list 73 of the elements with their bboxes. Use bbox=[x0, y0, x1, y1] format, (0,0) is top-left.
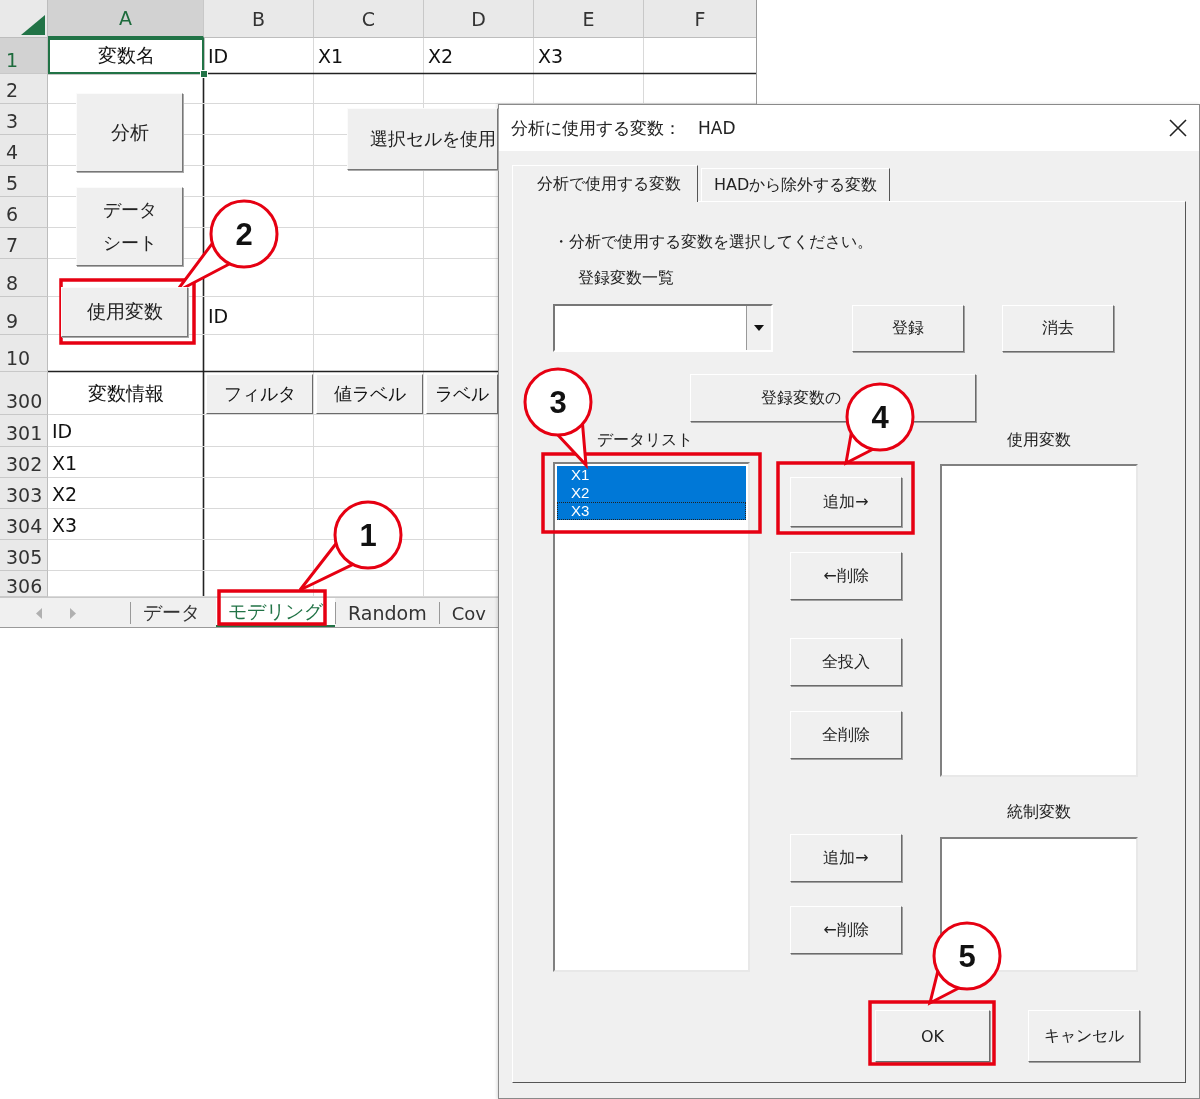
column-filter-button[interactable]: フィルタ bbox=[206, 374, 313, 414]
table-cell[interactable]: ID bbox=[204, 38, 314, 74]
row-header[interactable]: 3 bbox=[0, 104, 48, 135]
column-header[interactable]: B bbox=[204, 0, 314, 38]
list-action-button[interactable]: 追加→ bbox=[790, 477, 902, 527]
macro-button[interactable]: データシート bbox=[76, 187, 183, 266]
column-filter-button[interactable]: ラベル bbox=[426, 374, 498, 414]
column-filter-button[interactable]: 値ラベル bbox=[316, 374, 423, 414]
list-action-button[interactable]: 全削除 bbox=[790, 711, 902, 759]
ok-button[interactable]: OK bbox=[875, 1010, 990, 1062]
row-header[interactable]: 1 bbox=[0, 38, 48, 74]
column-header[interactable]: F bbox=[644, 0, 756, 38]
list-item[interactable]: X1 bbox=[557, 466, 746, 484]
row-header[interactable]: 5 bbox=[0, 166, 48, 197]
list-action-button[interactable]: ←削除 bbox=[790, 906, 902, 954]
column-header[interactable]: D bbox=[424, 0, 534, 38]
row-header[interactable]: 6 bbox=[0, 197, 48, 228]
callout-tooltip: 3 bbox=[523, 367, 593, 470]
cancel-button[interactable]: キャンセル bbox=[1028, 1010, 1140, 1062]
macro-button[interactable]: 分析 bbox=[76, 93, 183, 172]
field-label: 登録変数一覧 bbox=[578, 268, 674, 289]
callout-tooltip: 4 bbox=[844, 382, 915, 466]
table-cell[interactable]: X1 bbox=[48, 447, 204, 478]
callout-tooltip: 1 bbox=[298, 500, 403, 592]
sheet-tab[interactable]: Cov bbox=[438, 602, 486, 624]
row-header[interactable]: 9 bbox=[0, 297, 48, 335]
list-item[interactable]: X3 bbox=[557, 502, 746, 520]
table-cell[interactable]: X3 bbox=[48, 509, 204, 540]
callout-tooltip: 2 bbox=[174, 199, 279, 294]
sheet-tab[interactable]: Random bbox=[335, 602, 439, 624]
list-action-button[interactable]: 追加→ bbox=[790, 834, 902, 882]
dialog-tab[interactable]: HADから除外する変数 bbox=[701, 168, 891, 201]
row-header[interactable]: 2 bbox=[0, 74, 48, 104]
macro-button[interactable]: 使用変数 bbox=[61, 287, 188, 337]
dropdown-arrow-icon[interactable] bbox=[754, 325, 764, 331]
macro-button[interactable]: 選択セルを使用 bbox=[347, 108, 498, 170]
column-header[interactable]: C bbox=[314, 0, 424, 38]
list-label: 統制変数 bbox=[1007, 802, 1071, 823]
row-header[interactable]: 306 bbox=[0, 571, 48, 597]
row-header[interactable]: 301 bbox=[0, 415, 48, 447]
row-header[interactable]: 300 bbox=[0, 372, 48, 415]
table-cell[interactable]: X1 bbox=[314, 38, 424, 74]
column-header[interactable]: A bbox=[48, 0, 204, 38]
column-header[interactable]: E bbox=[534, 0, 644, 38]
list-item[interactable]: X2 bbox=[557, 484, 746, 502]
row-header[interactable]: 303 bbox=[0, 478, 48, 509]
table-cell[interactable]: ID bbox=[48, 415, 204, 447]
row-header[interactable]: 8 bbox=[0, 259, 48, 297]
table-cell[interactable]: X2 bbox=[48, 478, 204, 509]
callout-tooltip: 5 bbox=[927, 921, 1002, 1006]
table-cell[interactable]: X2 bbox=[424, 38, 534, 74]
table-cell[interactable]: ID bbox=[204, 297, 314, 335]
dialog-title: 分析に使用する変数： HAD bbox=[511, 116, 736, 140]
instruction-text: ・分析で使用する変数を選択してください。 bbox=[553, 232, 874, 253]
row-header[interactable]: 4 bbox=[0, 135, 48, 166]
data-listbox[interactable]: X1 X2 X3 bbox=[553, 462, 750, 972]
row-header[interactable]: 7 bbox=[0, 228, 48, 259]
registered-variables-dropdown[interactable] bbox=[553, 304, 773, 352]
row-header[interactable]: 302 bbox=[0, 447, 48, 478]
row-header[interactable]: 305 bbox=[0, 540, 48, 571]
close-icon[interactable] bbox=[1169, 119, 1187, 137]
dialog-tab[interactable]: 分析で使用する変数 bbox=[512, 165, 698, 202]
table-cell[interactable]: X3 bbox=[534, 38, 644, 74]
list-action-button[interactable]: ←削除 bbox=[790, 552, 902, 600]
erase-button[interactable]: 消去 bbox=[1002, 304, 1114, 352]
sheet-tab[interactable]: データ bbox=[130, 602, 212, 624]
table-cell[interactable]: 変数情報 bbox=[48, 372, 204, 415]
row-header[interactable]: 10 bbox=[0, 335, 48, 372]
register-button[interactable]: 登録 bbox=[852, 304, 964, 352]
list-label: 使用変数 bbox=[1007, 430, 1071, 451]
list-label: データリスト bbox=[596, 430, 693, 451]
row-header[interactable]: 304 bbox=[0, 509, 48, 540]
list-action-button[interactable]: 全投入 bbox=[790, 638, 902, 686]
